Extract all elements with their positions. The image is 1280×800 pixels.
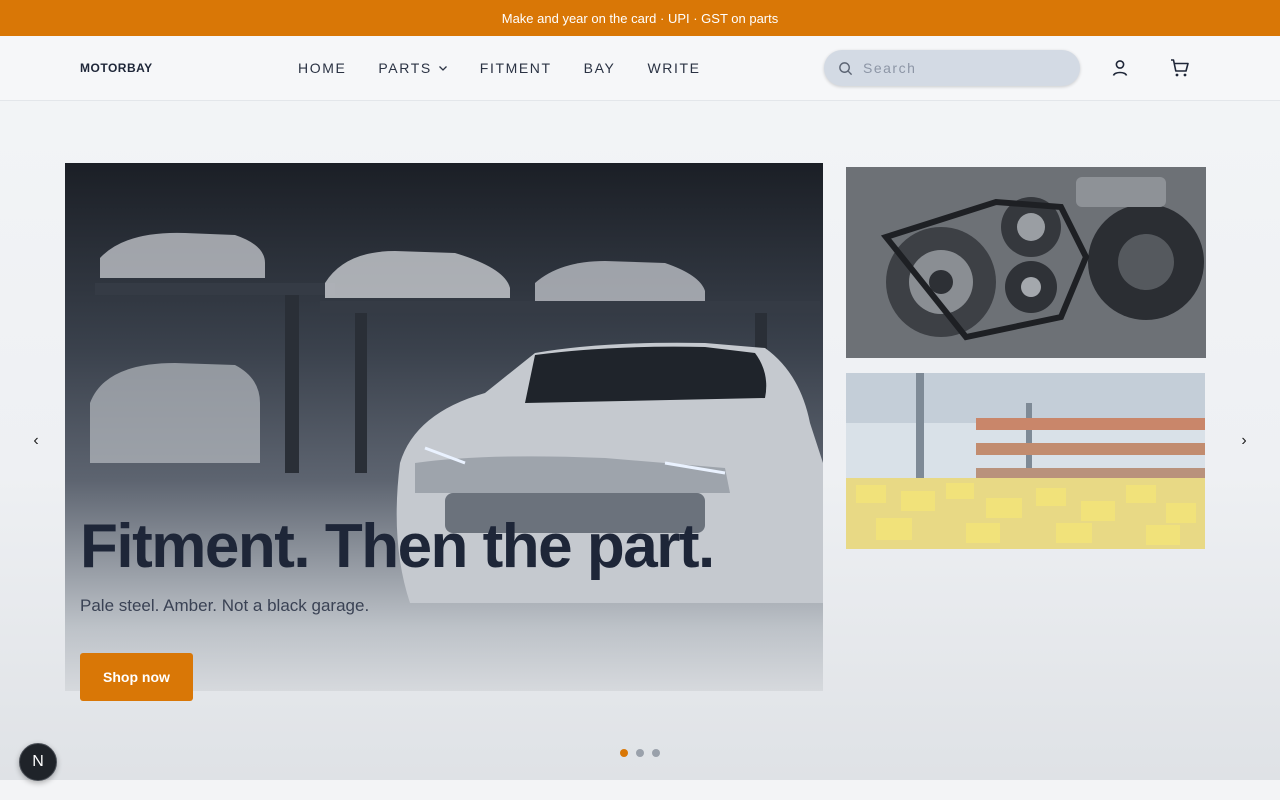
carousel-next-button[interactable]: › — [1234, 427, 1254, 455]
dev-tools-badge[interactable]: N — [19, 743, 57, 781]
engine-image — [846, 167, 1206, 358]
main-nav: HOME PARTS FITMENT BAY WRITE — [298, 36, 701, 100]
nav-write-label: WRITE — [647, 60, 701, 76]
hero-carousel: Fitment. Then the part. Pale steel. Ambe… — [0, 101, 1280, 780]
warehouse-image — [846, 373, 1205, 549]
nav-parts-label: PARTS — [378, 60, 432, 76]
shop-now-button[interactable]: Shop now — [80, 653, 193, 701]
announcement-bar: Make and year on the card · UPI · GST on… — [0, 0, 1280, 36]
nav-parts[interactable]: PARTS — [378, 60, 447, 76]
nav-home[interactable]: HOME — [298, 60, 346, 76]
cart-button[interactable] — [1168, 56, 1192, 80]
carousel-dot-1[interactable] — [620, 749, 628, 757]
page-bottom-strip — [0, 780, 1280, 800]
chevron-down-icon — [438, 66, 447, 71]
announcement-text: Make and year on the card · UPI · GST on… — [501, 10, 779, 26]
nav-fitment[interactable]: FITMENT — [480, 60, 552, 76]
engine-illustration — [846, 167, 1206, 358]
carousel-dots — [620, 749, 660, 757]
hero-subtitle: Pale steel. Amber. Not a black garage. — [80, 596, 370, 615]
nav-bay-label: BAY — [583, 60, 616, 76]
search-input[interactable] — [861, 59, 1055, 77]
site-header: MOTORBAY HOME PARTS FITMENT BAY WRITE — [0, 36, 1280, 101]
carousel-dot-2[interactable] — [636, 749, 644, 757]
warehouse-illustration — [846, 373, 1205, 549]
nav-fitment-label: FITMENT — [479, 60, 552, 76]
nav-bay[interactable]: BAY — [584, 60, 616, 76]
search-box[interactable] — [824, 50, 1080, 86]
nav-write[interactable]: WRITE — [647, 60, 700, 76]
carousel-prev-button[interactable]: ‹ — [26, 427, 46, 455]
brand-logo[interactable]: MOTORBAY — [80, 36, 153, 100]
account-button[interactable] — [1108, 56, 1132, 80]
carousel-dot-3[interactable] — [652, 749, 660, 757]
search-icon — [839, 61, 853, 75]
user-icon — [1112, 60, 1128, 76]
cart-icon — [1171, 59, 1189, 77]
nav-home-label: HOME — [298, 60, 347, 76]
hero-title: Fitment. Then the part. — [80, 512, 715, 581]
